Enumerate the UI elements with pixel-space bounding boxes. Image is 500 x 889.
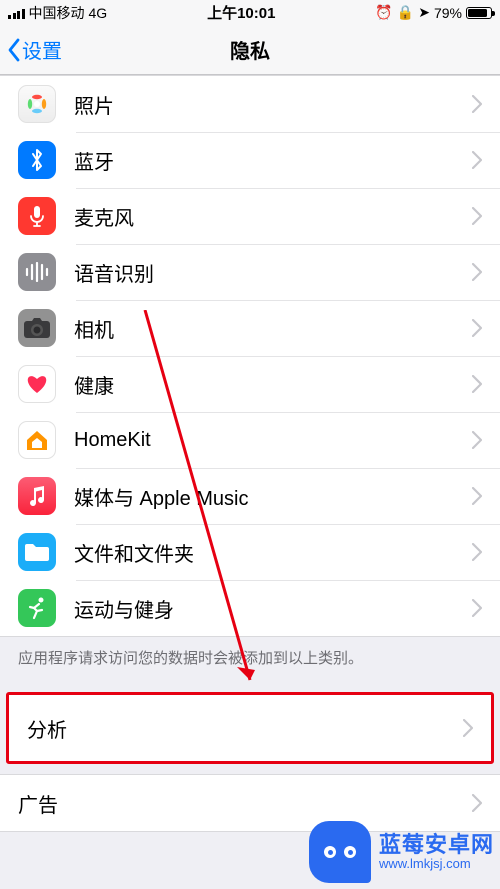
row-camera[interactable]: 相机 xyxy=(0,300,500,356)
row-label: HomeKit xyxy=(74,429,472,452)
lock-icon: 🔒 xyxy=(397,4,414,21)
back-button[interactable]: 设置 xyxy=(6,35,62,64)
microphone-icon xyxy=(18,197,56,235)
row-label: 相机 xyxy=(74,314,472,343)
network-label: 4G xyxy=(89,5,108,21)
watermark-title: 蓝莓安卓网 xyxy=(379,833,494,857)
row-label: 媒体与 Apple Music xyxy=(74,482,472,511)
location-icon: ➤ xyxy=(418,4,430,21)
chevron-right-icon xyxy=(472,487,482,505)
row-label: 广告 xyxy=(18,789,472,818)
chevron-right-icon xyxy=(472,151,482,169)
row-homekit[interactable]: HomeKit xyxy=(0,412,500,468)
watermark: 蓝莓安卓网 www.lmkjsj.com xyxy=(309,821,494,883)
chevron-right-icon xyxy=(472,95,482,113)
camera-icon xyxy=(18,309,56,347)
folder-icon xyxy=(18,533,56,571)
row-media-apple-music[interactable]: 媒体与 Apple Music xyxy=(0,468,500,524)
row-label: 照片 xyxy=(74,90,472,119)
group-footer: 应用程序请求访问您的数据时会被添加到以上类别。 xyxy=(0,637,500,682)
row-analytics[interactable]: 分析 xyxy=(9,695,491,761)
chevron-right-icon xyxy=(472,543,482,561)
row-motion-fitness[interactable]: 运动与健身 xyxy=(0,580,500,636)
row-label: 分析 xyxy=(27,714,463,743)
chevron-right-icon xyxy=(472,207,482,225)
row-speech[interactable]: 语音识别 xyxy=(0,244,500,300)
row-label: 文件和文件夹 xyxy=(74,538,472,567)
row-files[interactable]: 文件和文件夹 xyxy=(0,524,500,580)
back-label: 设置 xyxy=(22,35,62,64)
row-label: 蓝牙 xyxy=(74,146,472,175)
status-time: 上午10:01 xyxy=(207,2,275,23)
row-photos[interactable]: 照片 xyxy=(0,76,500,132)
row-bluetooth[interactable]: 蓝牙 xyxy=(0,132,500,188)
music-icon xyxy=(18,477,56,515)
nav-bar: 设置 隐私 xyxy=(0,25,500,75)
row-health[interactable]: 健康 xyxy=(0,356,500,412)
row-label: 语音识别 xyxy=(74,258,472,287)
status-right: ⏰ 🔒 ➤ 79% xyxy=(375,4,492,21)
home-icon xyxy=(18,421,56,459)
watermark-url: www.lmkjsj.com xyxy=(379,857,494,871)
row-microphone[interactable]: 麦克风 xyxy=(0,188,500,244)
battery-pct: 79% xyxy=(434,5,462,21)
alarm-icon: ⏰ xyxy=(375,4,392,21)
status-bar: 中国移动 4G 上午10:01 ⏰ 🔒 ➤ 79% xyxy=(0,0,500,25)
signal-icon xyxy=(8,7,25,19)
page-title: 隐私 xyxy=(230,35,270,64)
row-label: 运动与健身 xyxy=(74,594,472,623)
highlight-analytics: 分析 xyxy=(6,692,494,764)
watermark-logo-icon xyxy=(309,821,371,883)
chevron-left-icon xyxy=(6,38,22,62)
status-left: 中国移动 4G xyxy=(8,3,107,23)
chevron-right-icon xyxy=(463,719,473,737)
photos-icon xyxy=(18,85,56,123)
heart-icon xyxy=(18,365,56,403)
privacy-categories-group: 照片 蓝牙 麦克风 语音识别 xyxy=(0,75,500,637)
chevron-right-icon xyxy=(472,375,482,393)
waveform-icon xyxy=(18,253,56,291)
chevron-right-icon xyxy=(472,319,482,337)
chevron-right-icon xyxy=(472,263,482,281)
row-label: 健康 xyxy=(74,370,472,399)
bluetooth-icon xyxy=(18,141,56,179)
chevron-right-icon xyxy=(472,431,482,449)
settings-list: 照片 蓝牙 麦克风 语音识别 xyxy=(0,75,500,832)
row-label: 麦克风 xyxy=(74,202,472,231)
chevron-right-icon xyxy=(472,599,482,617)
running-icon xyxy=(18,589,56,627)
battery-icon xyxy=(466,7,492,19)
carrier-label: 中国移动 xyxy=(29,3,85,23)
chevron-right-icon xyxy=(472,794,482,812)
